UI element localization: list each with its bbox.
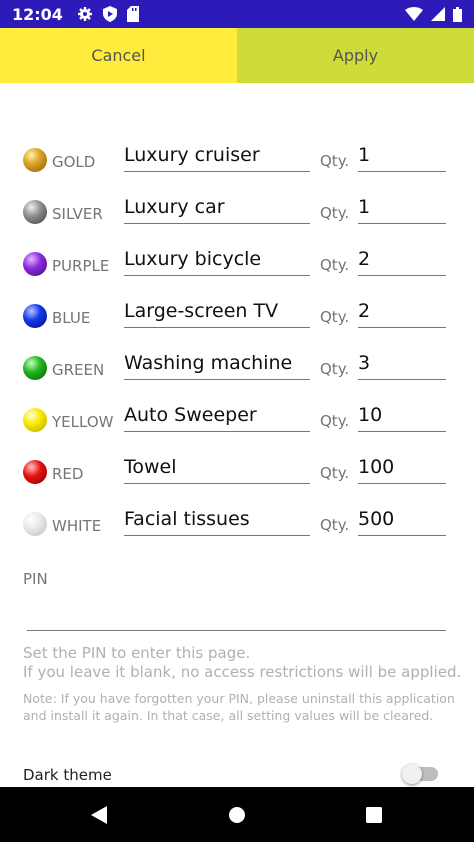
qty-label: Qty. <box>320 308 350 326</box>
ball-label: PURPLE <box>52 257 110 275</box>
qty-label: Qty. <box>320 412 350 430</box>
ball-label: BLUE <box>52 309 91 327</box>
prize-row-red: RED Towel Qty. 100 <box>0 452 474 492</box>
prize-row-blue: BLUE Large-screen TV Qty. 2 <box>0 296 474 336</box>
green-ball-icon <box>23 356 47 380</box>
prize-item-input[interactable]: Auto Sweeper <box>124 400 310 432</box>
status-time: 12:04 <box>12 4 63 24</box>
action-bar: Cancel Apply <box>0 28 474 83</box>
apply-button[interactable]: Apply <box>237 28 474 83</box>
qty-input[interactable]: 500 <box>358 504 446 536</box>
pin-input[interactable] <box>27 596 446 631</box>
ball-label: WHITE <box>52 517 102 535</box>
pin-note: Note: If you have forgotten your PIN, pl… <box>23 691 455 723</box>
gold-ball-icon <box>23 148 47 172</box>
dark-theme-switch[interactable] <box>402 764 438 784</box>
back-icon[interactable] <box>85 801 113 829</box>
gear-icon <box>77 6 93 22</box>
qty-input[interactable]: 3 <box>358 348 446 380</box>
dark-theme-label: Dark theme <box>23 766 112 784</box>
ball-label: SILVER <box>52 205 103 223</box>
home-icon[interactable] <box>223 801 251 829</box>
pin-help-text: Set the PIN to enter this page. If you l… <box>23 644 463 682</box>
battery-icon <box>453 6 462 22</box>
ball-label: GREEN <box>52 361 105 379</box>
pin-help-line1: Set the PIN to enter this page. <box>23 644 251 662</box>
prize-item-input[interactable]: Facial tissues <box>124 504 310 536</box>
prize-item-input[interactable]: Washing machine <box>124 348 310 380</box>
qty-label: Qty. <box>320 360 350 378</box>
blue-ball-icon <box>23 304 47 328</box>
qty-input[interactable]: 2 <box>358 244 446 276</box>
qty-label: Qty. <box>320 152 350 170</box>
prize-item-input[interactable]: Luxury cruiser <box>124 140 310 172</box>
prize-row-gold: GOLD Luxury cruiser Qty. 1 <box>0 140 474 180</box>
ball-label: GOLD <box>52 153 96 171</box>
qty-label: Qty. <box>320 516 350 534</box>
status-bar: 12:04 <box>0 0 474 28</box>
cancel-button[interactable]: Cancel <box>0 28 237 83</box>
qty-input[interactable]: 1 <box>358 140 446 172</box>
ball-label: YELLOW <box>52 413 114 431</box>
pin-help-line2: If you leave it blank, no access restric… <box>23 663 462 681</box>
qty-label: Qty. <box>320 204 350 222</box>
prize-item-input[interactable]: Large-screen TV <box>124 296 310 328</box>
switch-thumb <box>402 764 422 784</box>
signal-icon <box>431 7 445 21</box>
prize-row-silver: SILVER Luxury car Qty. 1 <box>0 192 474 232</box>
qty-input[interactable]: 2 <box>358 296 446 328</box>
ball-label: RED <box>52 465 84 483</box>
silver-ball-icon <box>23 200 47 224</box>
prize-row-purple: PURPLE Luxury bicycle Qty. 2 <box>0 244 474 284</box>
navigation-bar <box>0 787 474 842</box>
prize-row-white: WHITE Facial tissues Qty. 500 <box>0 504 474 544</box>
qty-input[interactable]: 100 <box>358 452 446 484</box>
wifi-icon <box>405 7 423 21</box>
qty-input[interactable]: 1 <box>358 192 446 224</box>
prize-item-input[interactable]: Towel <box>124 452 310 484</box>
yellow-ball-icon <box>23 408 47 432</box>
red-ball-icon <box>23 460 47 484</box>
qty-label: Qty. <box>320 464 350 482</box>
recents-icon[interactable] <box>360 801 388 829</box>
pin-label: PIN <box>23 570 48 588</box>
prize-row-yellow: YELLOW Auto Sweeper Qty. 10 <box>0 400 474 440</box>
prize-item-input[interactable]: Luxury bicycle <box>124 244 310 276</box>
white-ball-icon <box>23 512 47 536</box>
shield-icon <box>102 6 117 22</box>
prize-item-input[interactable]: Luxury car <box>124 192 310 224</box>
sd-card-icon <box>126 6 139 22</box>
qty-input[interactable]: 10 <box>358 400 446 432</box>
prize-row-green: GREEN Washing machine Qty. 3 <box>0 348 474 388</box>
qty-label: Qty. <box>320 256 350 274</box>
purple-ball-icon <box>23 252 47 276</box>
